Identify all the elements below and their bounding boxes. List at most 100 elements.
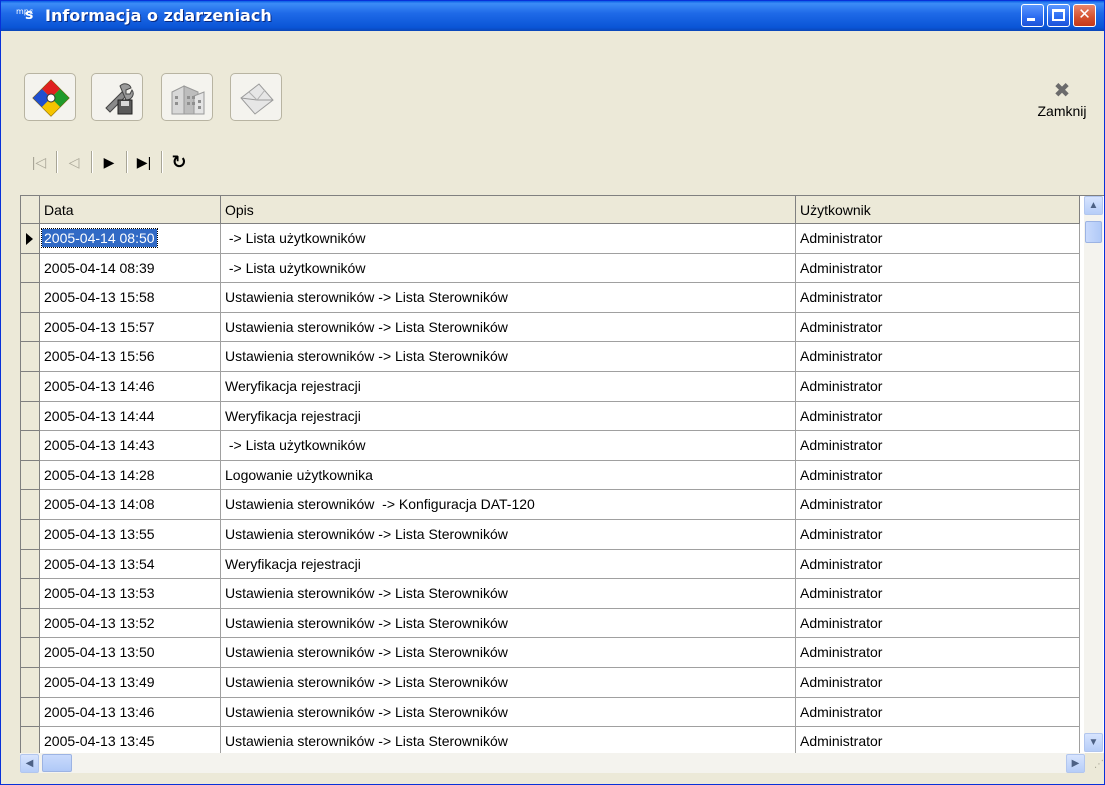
scroll-thumb[interactable] [1085,221,1102,243]
table-row[interactable]: 2005-04-13 13:53 Ustawienia sterowników -… [21,579,1085,609]
row-indicator[interactable] [21,667,40,698]
cell-date[interactable]: 2005-04-13 13:53 [40,579,221,609]
table-row[interactable]: 2005-04-14 08:50 -> Lista użytkowników Ad… [21,224,1085,254]
table-row[interactable]: 2005-04-13 14:46 Weryfikacja rejestracji A… [21,371,1085,402]
cell-description[interactable]: Logowanie użytkownika [221,460,796,491]
row-indicator[interactable] [21,638,40,668]
table-row[interactable]: 2005-04-14 08:39 -> Lista użytkowników Ad… [21,253,1085,284]
row-indicator[interactable] [21,283,40,313]
scroll-up-button[interactable]: ▲ [1084,196,1103,215]
minimize-button[interactable] [1021,4,1044,27]
app-icon[interactable]: mpc s [16,7,38,25]
row-indicator[interactable] [21,460,40,491]
table-row[interactable]: 2005-04-13 14:08 Ustawienia sterowników -… [21,490,1085,520]
cell-description[interactable]: -> Lista użytkowników [221,253,796,284]
table-row[interactable]: 2005-04-13 15:57 Ustawienia sterowników -… [21,312,1085,343]
table-row[interactable]: 2005-04-13 13:54 Weryfikacja rejestracji A… [21,549,1085,580]
cell-user[interactable]: Administrator [796,312,1080,343]
row-indicator[interactable] [21,697,40,728]
cell-user[interactable]: Administrator [796,608,1080,639]
toolbar-button-tools[interactable] [91,73,143,121]
cell-date[interactable]: 2005-04-13 15:56 [40,342,221,372]
maximize-button[interactable] [1047,4,1070,27]
cell-user[interactable]: Administrator [796,697,1080,728]
cell-description[interactable]: Ustawienia sterowników -> Lista Sterowni… [221,579,796,609]
cell-date[interactable]: 2005-04-13 13:46 [40,697,221,728]
close-button[interactable]: ✖ Zamknij [1027,81,1097,131]
table-row[interactable]: 2005-04-13 15:58 Ustawienia sterowników -… [21,283,1085,313]
cell-user[interactable]: Administrator [796,283,1080,313]
cell-description[interactable]: Weryfikacja rejestracji [221,549,796,580]
cell-description[interactable]: Ustawienia sterowników -> Lista Sterowni… [221,608,796,639]
column-header-opis[interactable]: Opis [221,196,796,224]
table-row[interactable]: 2005-04-13 13:46 Ustawienia sterowników -… [21,697,1085,728]
row-indicator[interactable] [21,312,40,343]
cell-description[interactable]: Ustawienia sterowników -> Lista Sterowni… [221,342,796,372]
prior-record-button[interactable]: ◁ [59,147,89,177]
cell-date[interactable]: 2005-04-13 13:52 [40,608,221,639]
vertical-scrollbar[interactable]: ▲ ▼ [1084,196,1103,752]
cell-date[interactable]: 2005-04-14 08:50 [40,224,221,254]
cell-description[interactable]: -> Lista użytkowników [221,224,796,254]
table-row[interactable]: 2005-04-13 15:56 Ustawienia sterowników -… [21,342,1085,372]
title-bar[interactable]: mpc s Informacja o zdarzeniach ✕ [1,1,1104,31]
cell-user[interactable]: Administrator [796,579,1080,609]
cell-description[interactable]: -> Lista użytkowników [221,431,796,461]
toolbar-button-buildings[interactable] [161,73,213,121]
column-header-data[interactable]: Data [40,196,221,224]
table-row[interactable]: 2005-04-13 13:55 Ustawienia sterowników -… [21,519,1085,550]
first-record-button[interactable]: |◁ [24,147,54,177]
horizontal-scroll-thumb[interactable] [42,754,72,772]
cell-user[interactable]: Administrator [796,371,1080,402]
horizontal-scrollbar[interactable]: ◀ ▶ [20,753,1085,773]
cell-user[interactable]: Administrator [796,549,1080,580]
cell-user[interactable]: Administrator [796,460,1080,491]
cell-date[interactable]: 2005-04-13 13:49 [40,667,221,698]
cell-description[interactable]: Ustawienia sterowników -> Lista Sterowni… [221,519,796,550]
close-window-button[interactable]: ✕ [1073,4,1096,27]
cell-user[interactable]: Administrator [796,638,1080,668]
scroll-down-button[interactable]: ▼ [1084,733,1103,752]
cell-user[interactable]: Administrator [796,224,1080,254]
cell-description[interactable]: Ustawienia sterowników -> Lista Sterowni… [221,638,796,668]
next-record-button[interactable]: ▶ [94,147,124,177]
scroll-right-button[interactable]: ▶ [1066,754,1085,773]
row-indicator[interactable] [21,253,40,284]
cell-date[interactable]: 2005-04-13 13:54 [40,549,221,580]
table-row[interactable]: 2005-04-13 13:52 Ustawienia sterowników -… [21,608,1085,639]
row-indicator[interactable] [21,579,40,609]
cell-date[interactable]: 2005-04-13 13:50 [40,638,221,668]
table-row[interactable]: 2005-04-13 14:43 -> Lista użytkowników Ad… [21,431,1085,461]
cell-user[interactable]: Administrator [796,519,1080,550]
row-indicator[interactable] [21,519,40,550]
cell-description[interactable]: Weryfikacja rejestracji [221,401,796,432]
cell-date[interactable]: 2005-04-13 14:43 [40,431,221,461]
cell-description[interactable]: Ustawienia sterowników -> Lista Sterowni… [221,283,796,313]
cell-description[interactable]: Ustawienia sterowników -> Lista Sterowni… [221,312,796,343]
toolbar-button-puzzle[interactable] [24,73,76,121]
scroll-left-button[interactable]: ◀ [20,754,39,773]
last-record-button[interactable]: ▶| [129,147,159,177]
row-indicator[interactable] [21,401,40,432]
table-row[interactable]: 2005-04-13 14:28 Logowanie użytkownika Adm… [21,460,1085,491]
cell-date[interactable]: 2005-04-13 14:28 [40,460,221,491]
cell-date[interactable]: 2005-04-13 13:55 [40,519,221,550]
events-grid[interactable]: Data Opis Użytkownik 2005-04-14 08:50 ->… [20,195,1104,757]
row-indicator[interactable] [21,490,40,520]
cell-date[interactable]: 2005-04-13 14:46 [40,371,221,402]
cell-date[interactable]: 2005-04-13 15:57 [40,312,221,343]
row-indicator[interactable] [21,224,40,254]
cell-description[interactable]: Ustawienia sterowników -> Lista Sterowni… [221,667,796,698]
cell-user[interactable]: Administrator [796,490,1080,520]
cell-user[interactable]: Administrator [796,401,1080,432]
cell-user[interactable]: Administrator [796,342,1080,372]
cell-user[interactable]: Administrator [796,253,1080,284]
table-row[interactable]: 2005-04-13 13:49 Ustawienia sterowników -… [21,667,1085,698]
row-indicator[interactable] [21,431,40,461]
toolbar-button-envelope[interactable] [230,73,282,121]
row-indicator[interactable] [21,608,40,639]
row-indicator[interactable] [21,549,40,580]
table-row[interactable]: 2005-04-13 14:44 Weryfikacja rejestracji A… [21,401,1085,432]
resize-grip[interactable]: ⋰ [1085,753,1104,773]
cell-user[interactable]: Administrator [796,667,1080,698]
